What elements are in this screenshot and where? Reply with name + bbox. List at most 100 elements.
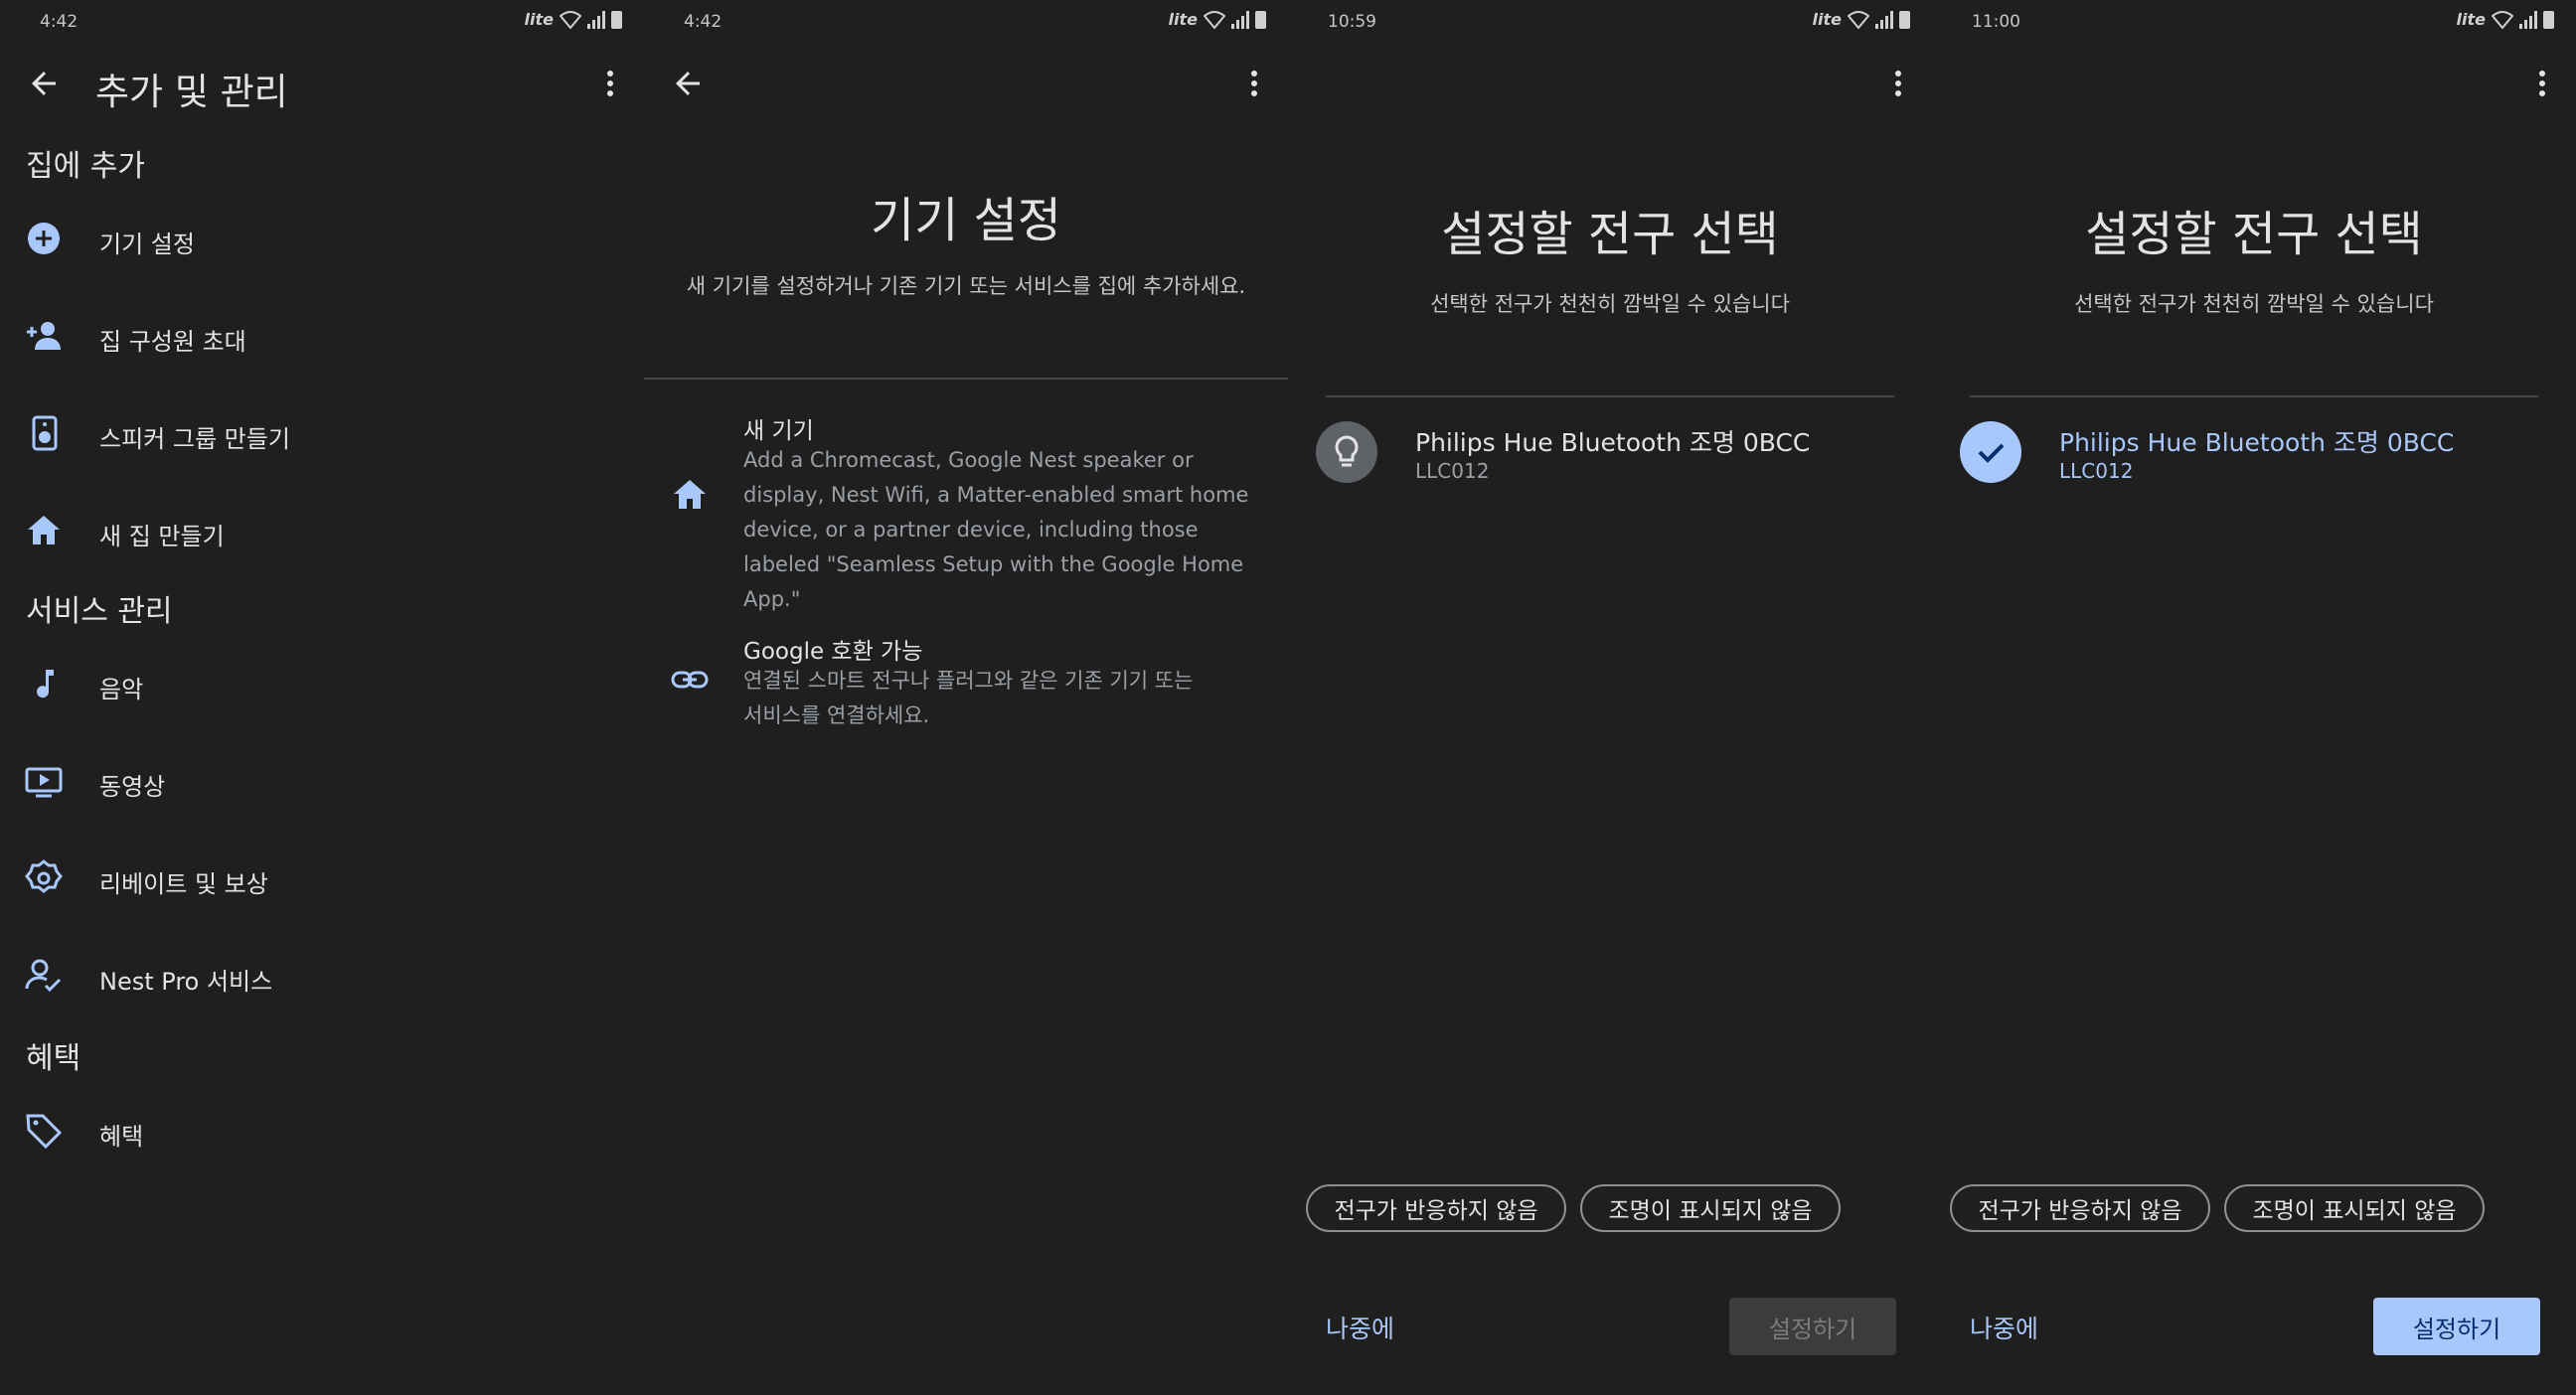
option-title: 새 기기 bbox=[743, 418, 814, 444]
lightbulb-icon bbox=[1335, 435, 1359, 467]
section-header-add-to-home: 집에 추가 bbox=[26, 149, 145, 184]
person-check-icon bbox=[25, 959, 62, 993]
menu-item-nest-pro[interactable]: Nest Pro 서비스 bbox=[0, 938, 644, 1011]
speaker-icon bbox=[32, 415, 58, 451]
status-icons: lite bbox=[1169, 10, 1266, 29]
menu-item-label: Nest Pro 서비스 bbox=[99, 968, 273, 996]
setup-button[interactable]: 설정하기 bbox=[1729, 1298, 1896, 1355]
app-bar: 추가 및 관리 bbox=[0, 42, 644, 125]
bulb-list-item-selected[interactable]: Philips Hue Bluetooth 조명 0BCC LLC012 bbox=[1960, 417, 2548, 497]
screen-select-bulb-unselected: 10:59 lite 설정할 전구 선택 선택한 전구가 천천히 깜박일 수 있… bbox=[1288, 0, 1932, 1395]
divider bbox=[644, 378, 1288, 380]
chip-bulb-not-responding[interactable]: 전구가 반응하지 않음 bbox=[1306, 1184, 1566, 1232]
status-time: 4:42 bbox=[40, 12, 79, 32]
more-vert-icon[interactable] bbox=[2530, 64, 2554, 103]
check-icon bbox=[1978, 443, 2005, 463]
status-time: 4:42 bbox=[684, 12, 723, 32]
page-title: 추가 및 관리 bbox=[95, 71, 288, 113]
status-icons: lite bbox=[1813, 10, 1910, 29]
app-bar bbox=[644, 42, 1288, 125]
section-header-manage-services: 서비스 관리 bbox=[26, 594, 173, 629]
option-new-device[interactable]: 새 기기 Add a Chromecast, Google Nest speak… bbox=[644, 403, 1288, 611]
later-button[interactable]: 나중에 bbox=[1970, 1310, 2038, 1345]
page-title: 설정할 전구 선택 bbox=[2085, 207, 2423, 262]
bulb-model: LLC012 bbox=[1415, 459, 1490, 483]
option-description: 연결된 스마트 전구나 플러그와 같은 기존 기기 또는 서비스를 연결하세요. bbox=[743, 669, 1194, 727]
network-label: lite bbox=[1168, 10, 1198, 29]
setup-button[interactable]: 설정하기 bbox=[2373, 1298, 2540, 1355]
tag-icon bbox=[26, 1114, 63, 1150]
page-subtitle: 새 기기를 설정하거나 기존 기기 또는 서비스를 집에 추가하세요. bbox=[686, 274, 1246, 298]
screen-add-and-manage: 4:42 lite 추가 및 관리 집에 추가 기기 설정 집 구성원 초대 스… bbox=[0, 0, 644, 1395]
page-title: 기기 설정 bbox=[871, 193, 1061, 248]
bulb-list-item[interactable]: Philips Hue Bluetooth 조명 0BCC LLC012 bbox=[1316, 417, 1904, 497]
screen-select-bulb-selected: 11:00 lite 설정할 전구 선택 선택한 전구가 천천히 깜박일 수 있… bbox=[1932, 0, 2576, 1395]
wifi-icon bbox=[1848, 10, 1869, 29]
menu-item-label: 리베이트 및 보상 bbox=[99, 870, 268, 898]
network-label: lite bbox=[2456, 10, 2486, 29]
bulb-avatar bbox=[1316, 421, 1377, 483]
section-header-offers: 혜택 bbox=[26, 1041, 81, 1076]
person-add-icon bbox=[27, 322, 61, 350]
wifi-icon bbox=[2492, 10, 2513, 29]
bulb-name: Philips Hue Bluetooth 조명 0BCC bbox=[2059, 428, 2455, 457]
more-vert-icon[interactable] bbox=[1242, 64, 1266, 103]
signal-icon bbox=[2519, 10, 2537, 29]
menu-item-label: 새 집 만들기 bbox=[99, 523, 225, 550]
divider bbox=[1326, 395, 1894, 397]
menu-item-rebates[interactable]: 리베이트 및 보상 bbox=[0, 841, 644, 914]
app-bar bbox=[1288, 42, 1932, 125]
menu-item-label: 음악 bbox=[99, 676, 144, 703]
status-time: 11:00 bbox=[1972, 12, 2020, 32]
signal-icon bbox=[1875, 10, 1893, 29]
more-vert-icon[interactable] bbox=[598, 64, 622, 103]
battery-icon bbox=[1255, 10, 1266, 29]
battery-icon bbox=[1899, 10, 1910, 29]
back-arrow-icon[interactable] bbox=[670, 66, 706, 101]
status-bar: 11:00 lite bbox=[1932, 0, 2576, 42]
network-label: lite bbox=[1812, 10, 1842, 29]
battery-icon bbox=[2543, 10, 2554, 29]
chip-light-not-shown[interactable]: 조명이 표시되지 않음 bbox=[1580, 1184, 1841, 1232]
wifi-icon bbox=[560, 10, 581, 29]
signal-icon bbox=[1231, 10, 1249, 29]
menu-item-label: 집 구성원 초대 bbox=[99, 328, 246, 356]
menu-item-label: 스피커 그룹 만들기 bbox=[99, 425, 290, 453]
signal-icon bbox=[587, 10, 605, 29]
more-vert-icon[interactable] bbox=[1886, 64, 1910, 103]
page-subtitle: 선택한 전구가 천천히 깜박일 수 있습니다 bbox=[1430, 292, 1790, 316]
back-arrow-icon[interactable] bbox=[26, 66, 62, 101]
option-title: Google 호환 가능 bbox=[743, 639, 923, 665]
menu-item-offers[interactable]: 혜택 bbox=[0, 1093, 644, 1166]
status-bar: 4:42 lite bbox=[644, 0, 1288, 42]
menu-item-music[interactable]: 음악 bbox=[0, 646, 644, 719]
bulb-model: LLC012 bbox=[2059, 459, 2134, 483]
menu-item-new-home[interactable]: 새 집 만들기 bbox=[0, 493, 644, 566]
menu-item-video[interactable]: 동영상 bbox=[0, 743, 644, 817]
status-icons: lite bbox=[525, 10, 622, 29]
music-note-icon bbox=[37, 670, 54, 698]
chip-bulb-not-responding[interactable]: 전구가 반응하지 않음 bbox=[1950, 1184, 2210, 1232]
option-works-with-google[interactable]: Google 호환 가능 연결된 스마트 전구나 플러그와 같은 기존 기기 또… bbox=[644, 628, 1288, 737]
page-subtitle: 선택한 전구가 천천히 깜박일 수 있습니다 bbox=[2074, 292, 2434, 316]
status-icons: lite bbox=[2457, 10, 2554, 29]
menu-item-speaker-group[interactable]: 스피커 그룹 만들기 bbox=[0, 395, 644, 469]
bulb-avatar bbox=[1960, 421, 2021, 483]
tv-play-icon bbox=[25, 767, 63, 798]
status-bar: 10:59 lite bbox=[1288, 0, 1932, 42]
status-bar: 4:42 lite bbox=[0, 0, 644, 42]
divider bbox=[1970, 395, 2538, 397]
option-description: Add a Chromecast, Google Nest speaker or… bbox=[743, 448, 1249, 611]
bulb-name: Philips Hue Bluetooth 조명 0BCC bbox=[1415, 428, 1811, 457]
menu-item-label: 동영상 bbox=[99, 773, 166, 801]
badge-settings-icon bbox=[25, 859, 63, 893]
battery-icon bbox=[611, 10, 622, 29]
menu-item-device-setup[interactable]: 기기 설정 bbox=[0, 201, 644, 274]
menu-item-invite-member[interactable]: 집 구성원 초대 bbox=[0, 298, 644, 372]
menu-item-label: 기기 설정 bbox=[99, 231, 195, 258]
chip-light-not-shown[interactable]: 조명이 표시되지 않음 bbox=[2224, 1184, 2485, 1232]
later-button[interactable]: 나중에 bbox=[1326, 1310, 1394, 1345]
status-time: 10:59 bbox=[1328, 12, 1376, 32]
add-circle-icon bbox=[28, 223, 60, 254]
screen-device-setup: 4:42 lite 기기 설정 새 기기를 설정하거나 기존 기기 또는 서비스… bbox=[644, 0, 1288, 1395]
